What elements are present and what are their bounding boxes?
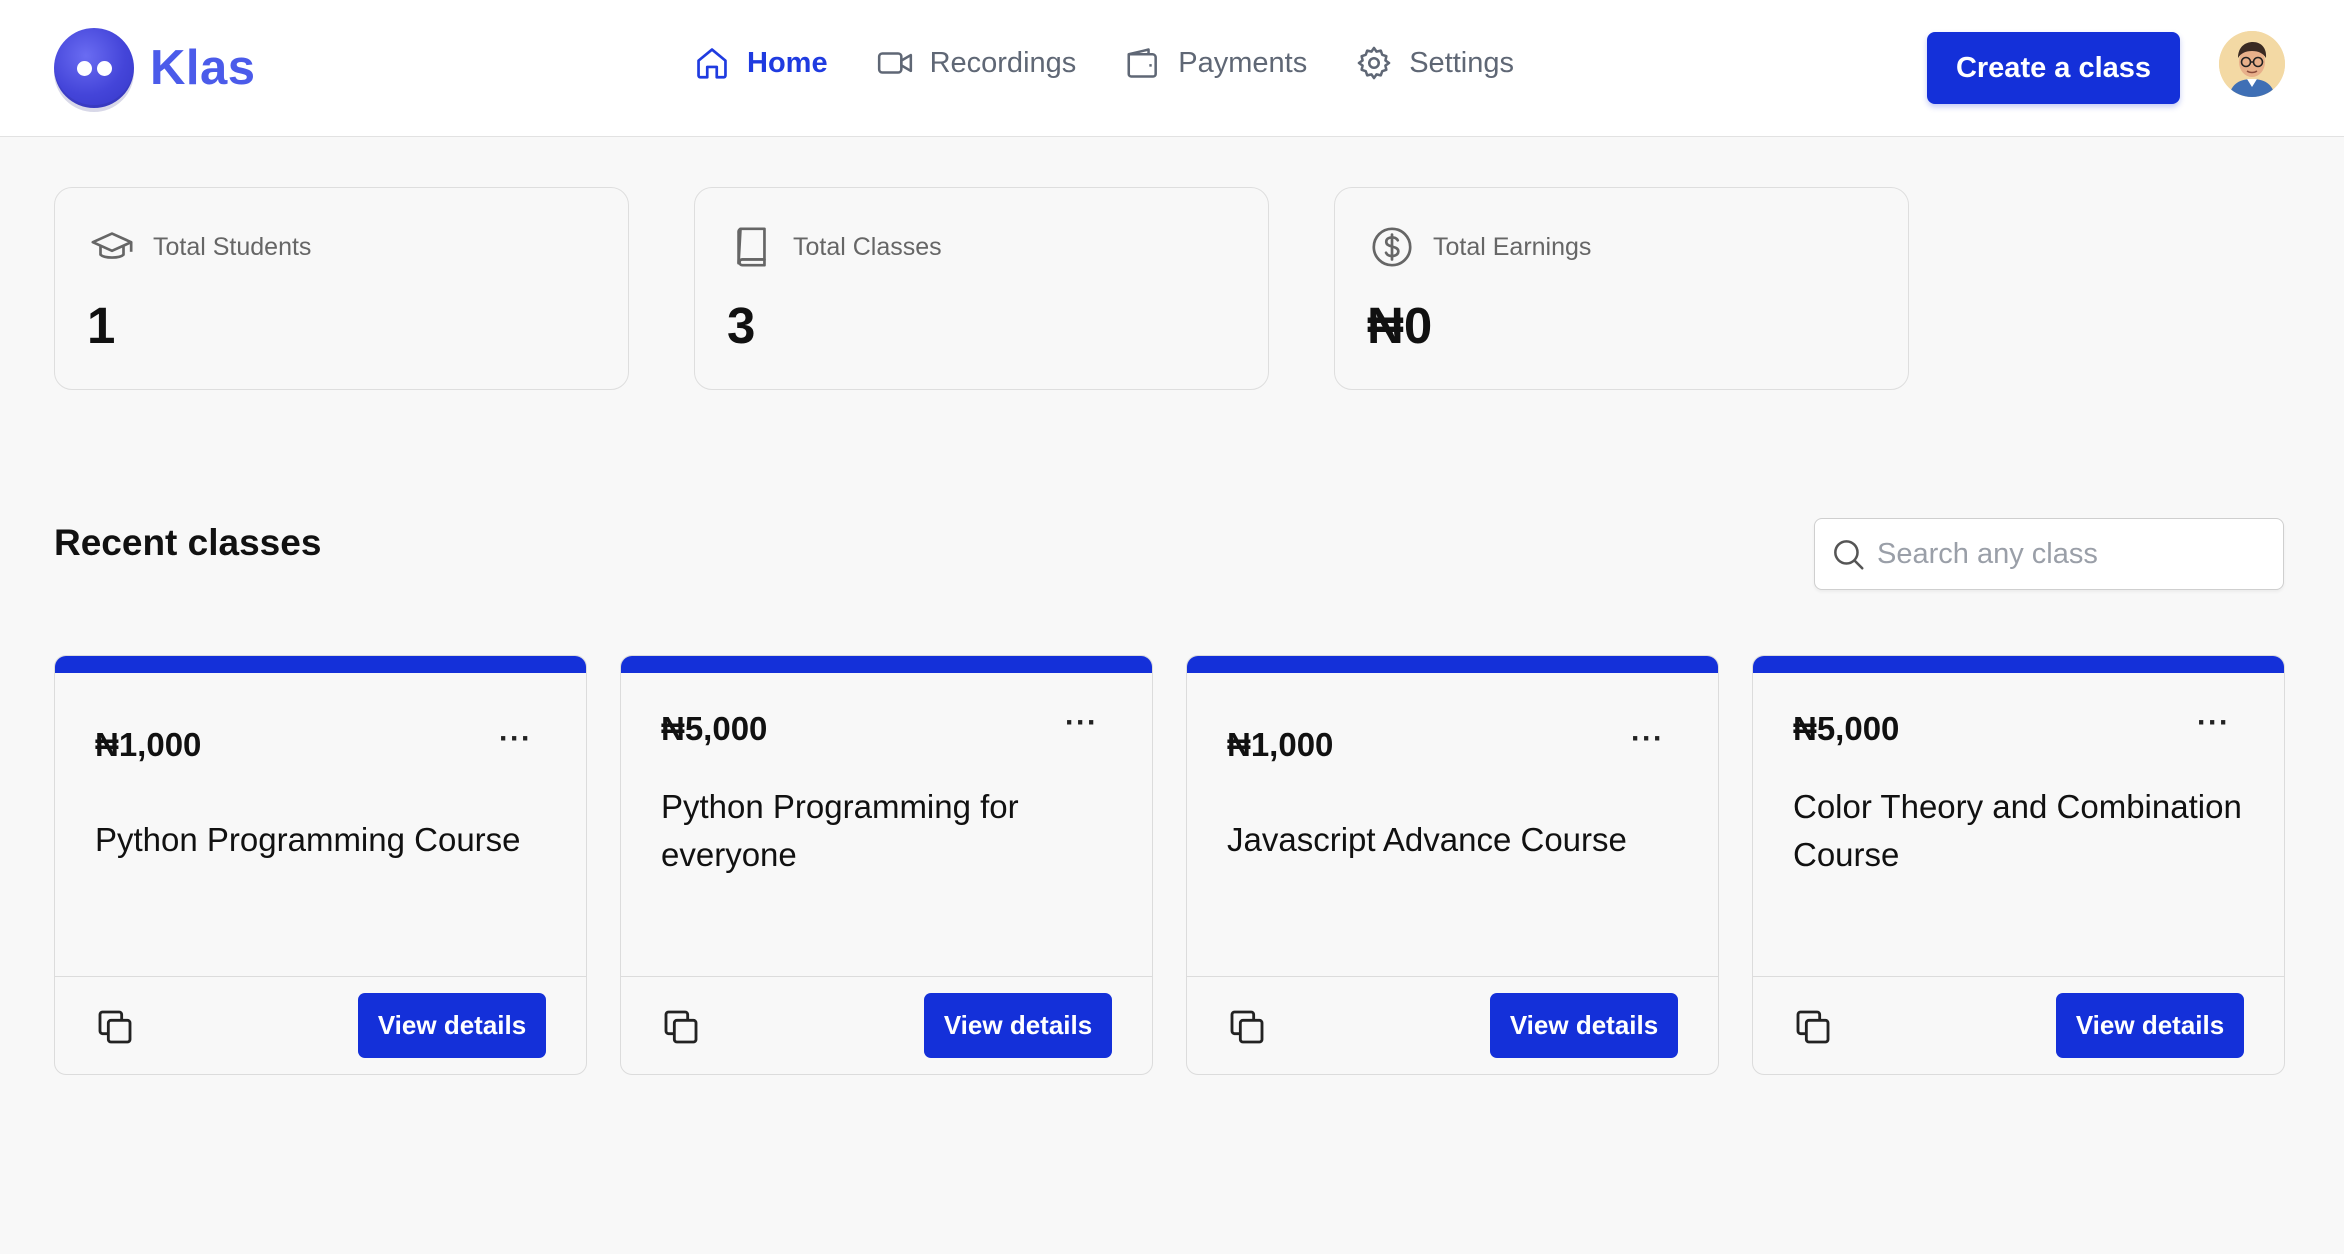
stat-card-classes: Total Classes 3	[694, 187, 1269, 390]
nav-item-recordings[interactable]: Recordings	[876, 44, 1077, 82]
home-icon	[697, 48, 727, 79]
copy-icon[interactable]	[1793, 1007, 1833, 1047]
stat-value: ₦0	[1367, 297, 1433, 354]
more-options-icon[interactable]: ···	[2197, 706, 2230, 740]
more-options-icon[interactable]: ···	[499, 722, 532, 756]
card-footer: View details	[55, 976, 586, 1074]
nav-item-home[interactable]: Home	[693, 44, 828, 82]
user-avatar-icon	[2219, 31, 2285, 97]
search-box[interactable]	[1814, 518, 2284, 590]
class-title: Javascript Advance Course	[1227, 821, 1627, 858]
stat-label: Total Students	[153, 232, 312, 261]
nav-item-label: Home	[747, 46, 828, 79]
class-price: ₦5,000	[1793, 710, 1900, 747]
logo-mark-icon	[54, 28, 134, 108]
nav-item-label: Payments	[1178, 46, 1308, 79]
class-card: ₦5,000 ··· Python Programming for everyo…	[620, 655, 1153, 1075]
nav-item-label: Recordings	[929, 46, 1077, 79]
create-class-button[interactable]: Create a class	[1927, 32, 2180, 104]
class-title: Color Theory and Combination Course	[1793, 788, 2242, 873]
card-footer: View details	[1187, 976, 1718, 1074]
avatar[interactable]	[2219, 31, 2285, 97]
card-footer: View details	[1753, 976, 2284, 1074]
nav-item-label: Settings	[1409, 46, 1515, 79]
search-input[interactable]	[1877, 537, 2267, 571]
top-header: Klas Home Recordings Payments Settings C…	[0, 0, 2344, 137]
book-icon	[737, 227, 766, 267]
card-footer: View details	[621, 976, 1152, 1074]
wallet-icon	[1127, 48, 1158, 78]
class-price: ₦5,000	[661, 710, 768, 747]
main-nav: Home Recordings Payments Settings	[693, 44, 1562, 82]
section-title: Recent classes	[54, 522, 322, 563]
logo-text: Klas	[150, 41, 256, 95]
graduation-cap-icon	[91, 232, 133, 259]
card-accent-bar	[1187, 656, 1718, 673]
gear-icon	[1357, 46, 1391, 80]
view-details-button[interactable]: View details	[358, 993, 546, 1058]
search-icon	[1834, 540, 1864, 570]
more-options-icon[interactable]: ···	[1065, 706, 1098, 740]
stat-label: Total Earnings	[1433, 232, 1592, 261]
view-details-button[interactable]: View details	[2056, 993, 2244, 1058]
stat-value: 3	[727, 297, 756, 354]
copy-icon[interactable]	[95, 1007, 135, 1047]
view-details-button[interactable]: View details	[924, 993, 1112, 1058]
nav-item-settings[interactable]: Settings	[1355, 44, 1514, 82]
nav-item-payments[interactable]: Payments	[1124, 44, 1307, 82]
stat-value: 1	[87, 297, 116, 354]
class-price: ₦1,000	[1227, 726, 1334, 763]
card-accent-bar	[621, 656, 1152, 673]
class-card: ₦1,000 ··· Python Programming Course Vie…	[54, 655, 587, 1075]
class-price: ₦1,000	[95, 726, 202, 763]
stat-label: Total Classes	[793, 232, 942, 261]
more-options-icon[interactable]: ···	[1631, 722, 1664, 756]
logo[interactable]: Klas	[54, 28, 256, 108]
dollar-circle-icon	[1372, 227, 1412, 267]
copy-icon[interactable]	[1227, 1007, 1267, 1047]
class-card: ₦1,000 ··· Javascript Advance Course Vie…	[1186, 655, 1719, 1075]
video-icon	[877, 52, 912, 74]
card-accent-bar	[1753, 656, 2284, 673]
class-card: ₦5,000 ··· Color Theory and Combination …	[1752, 655, 2285, 1075]
copy-icon[interactable]	[661, 1007, 701, 1047]
card-accent-bar	[55, 656, 586, 673]
view-details-button[interactable]: View details	[1490, 993, 1678, 1058]
stat-card-students: Total Students 1	[54, 187, 629, 390]
class-title: Python Programming Course	[95, 821, 521, 858]
class-title: Python Programming for everyone	[661, 788, 1019, 873]
stat-card-earnings: Total Earnings ₦0	[1334, 187, 1909, 390]
